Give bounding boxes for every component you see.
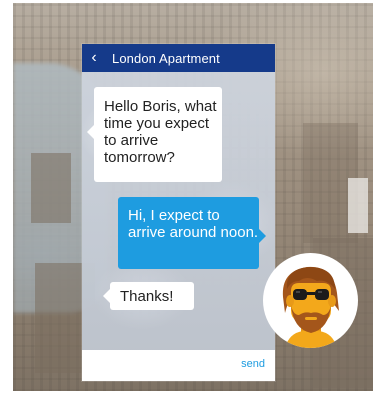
bubble-tail <box>259 229 266 243</box>
chat-window: ‹ London Apartment Hello Boris, what tim… <box>82 44 275 381</box>
chevron-left-icon: ‹ <box>91 49 97 66</box>
bubble-tail <box>103 289 110 303</box>
outgoing-message: Hi, I expect to arrive around noon. <box>118 197 266 269</box>
message-text: Hi, I expect to arrive around noon. <box>128 207 259 241</box>
chat-title: London Apartment <box>112 50 220 66</box>
incoming-message: Hello Boris, what time you expect to arr… <box>87 87 222 182</box>
send-button[interactable]: send <box>241 358 265 370</box>
message-text: Thanks! <box>120 287 174 305</box>
incoming-message: Thanks! <box>103 282 194 310</box>
bubble-tail <box>87 125 94 139</box>
message-text: Hello Boris, what time you expect to arr… <box>104 98 217 166</box>
bearded-man-with-sunglasses-avatar <box>282 266 339 348</box>
tower-shape <box>348 178 368 233</box>
back-button[interactable]: ‹ <box>82 44 106 72</box>
message-composer[interactable]: send <box>82 350 275 381</box>
chat-header: ‹ London Apartment <box>82 44 275 72</box>
building-shape <box>31 153 71 223</box>
user-avatar <box>263 253 358 348</box>
